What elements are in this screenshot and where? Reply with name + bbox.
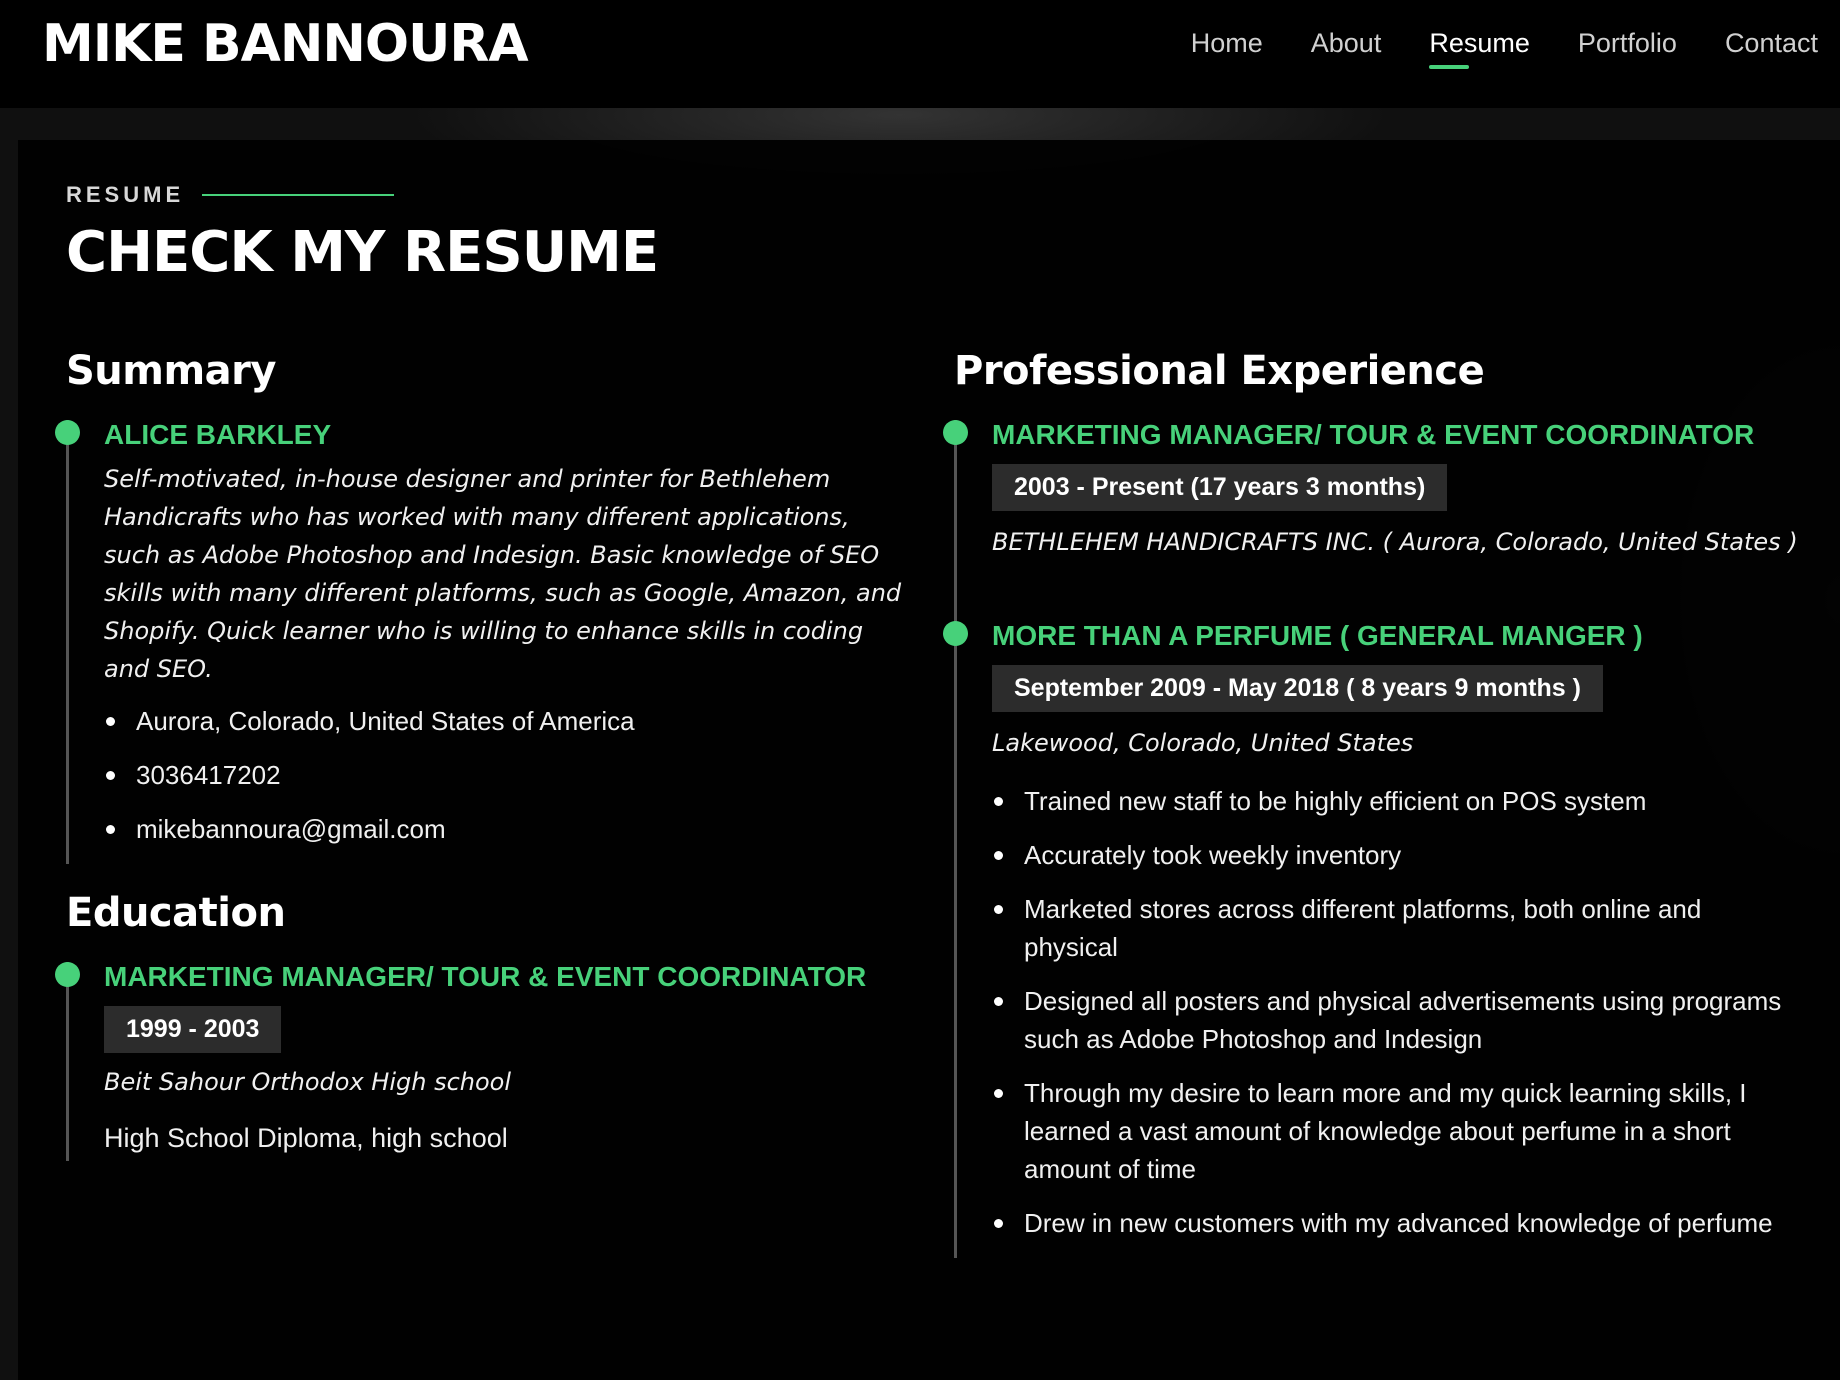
education-item: MARKETING MANAGER/ TOUR & EVENT COORDINA… [55,961,926,1161]
resume-panel: RESUME CHECK MY RESUME Summary ALICE BAR… [18,140,1840,1380]
summary-item: ALICE BARKLEY Self-motivated, in-house d… [55,419,926,864]
timeline-dot [55,420,80,445]
eyebrow-line [202,194,395,196]
summary-email: mikebannoura@gmail.com [104,810,926,848]
summary-description: Self-motivated, in-house designer and pr… [104,465,902,683]
list-item: Trained new staff to be highly efficient… [992,782,1782,820]
experience-item: MARKETING MANAGER/ TOUR & EVENT COORDINA… [943,419,1814,621]
education-title: MARKETING MANAGER/ TOUR & EVENT COORDINA… [104,961,867,992]
experience-place: Lakewood, Colorado, United States [992,729,1414,757]
experience-bullets: Trained new staff to be highly efficient… [992,782,1782,1242]
nav-about[interactable]: About [1311,28,1382,69]
summary-name: ALICE BARKLEY [104,419,332,450]
experience-title: MARKETING MANAGER/ TOUR & EVENT COORDINA… [992,419,1755,450]
experience-date: 2003 - Present (17 years 3 months) [992,464,1448,511]
nav-portfolio[interactable]: Portfolio [1578,28,1677,69]
summary-location: Aurora, Colorado, United States of Ameri… [104,702,926,740]
summary-heading: Summary [66,348,276,394]
education-heading: Education [66,890,286,936]
list-item: Designed all posters and physical advert… [992,982,1782,1058]
summary-details: Aurora, Colorado, United States of Ameri… [104,702,926,848]
list-item: Through my desire to learn more and my q… [992,1074,1782,1188]
left-column: Summary ALICE BARKLEY Self-motivated, in… [55,348,926,1161]
education-degree: High School Diploma, high school [104,1123,508,1153]
section-title: CHECK MY RESUME [66,220,659,285]
list-item: Drew in new customers with my advanced k… [992,1204,1782,1242]
education-date: 1999 - 2003 [104,1006,282,1053]
experience-date: September 2009 - May 2018 ( 8 years 9 mo… [992,665,1603,712]
experience-place: BETHLEHEM HANDICRAFTS INC. ( Aurora, Col… [992,528,1798,556]
experience-title: MORE THAN A PERFUME ( GENERAL MANGER ) [992,620,1643,651]
list-item: Accurately took weekly inventory [992,836,1782,874]
site-logo[interactable]: MIKE BANNOURA [42,14,529,74]
timeline-dot [943,420,968,445]
nav-contact[interactable]: Contact [1725,28,1818,69]
site-header: MIKE BANNOURA Home About Resume Portfoli… [0,0,1840,108]
list-item: Marketed stores across different platfor… [992,890,1782,966]
education-place: Beit Sahour Orthodox High school [104,1068,512,1096]
summary-phone: 3036417202 [104,756,926,794]
nav-resume[interactable]: Resume [1429,28,1530,69]
section-eyebrow: RESUME [66,182,395,208]
experience-item: MORE THAN A PERFUME ( GENERAL MANGER ) S… [943,620,1814,1258]
section-eyebrow-text: RESUME [66,182,185,207]
timeline-dot [943,621,968,646]
timeline-dot [55,962,80,987]
experience-heading: Professional Experience [954,348,1485,394]
right-column: Professional Experience MARKETING MANAGE… [943,348,1814,1258]
nav-home[interactable]: Home [1191,28,1263,69]
main-nav: Home About Resume Portfolio Contact [1191,28,1818,69]
